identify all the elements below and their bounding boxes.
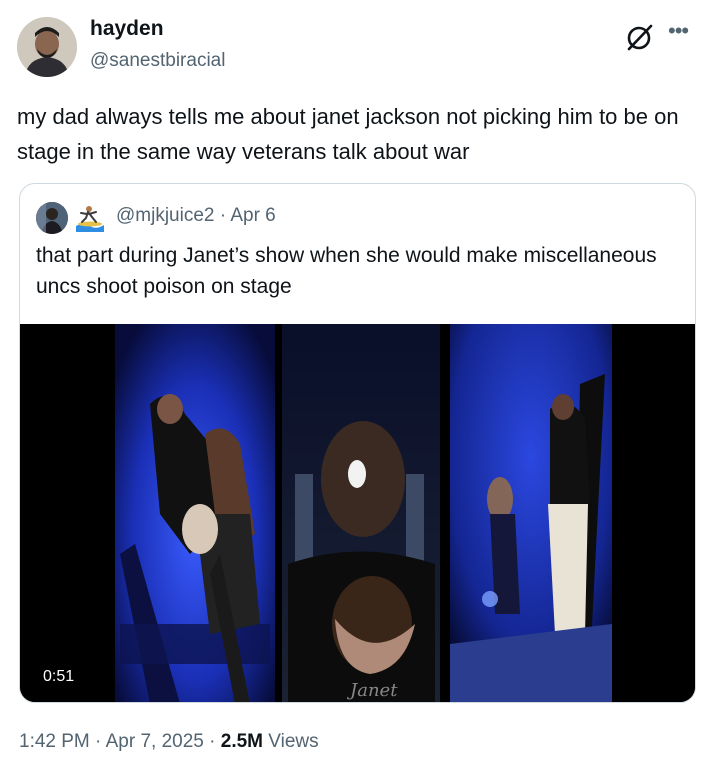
svg-text:Janet: Janet [346, 680, 398, 701]
grok-icon[interactable] [624, 21, 656, 53]
surfer-emoji-icon [76, 204, 104, 232]
quote-text: that part during Janet’s show when she w… [36, 244, 657, 298]
views-label: Views [263, 731, 319, 752]
quote-handle[interactable]: @mjkjuice2 [116, 205, 214, 226]
video-thumbnail: Janet [20, 324, 695, 702]
quote-author-avatar[interactable] [36, 202, 68, 234]
tweet-meta: 1:42 PM · Apr 7, 2025 · 2.5M Views [19, 731, 319, 753]
video-duration: 0:51 [35, 664, 83, 690]
author-avatar[interactable] [17, 17, 77, 77]
quote-date[interactable]: Apr 6 [230, 205, 275, 226]
tweet-text: my dad always tells me about janet jacks… [17, 104, 679, 164]
quote-tweet-card[interactable]: @mjkjuice2 · Apr 6 that part during Jane… [19, 183, 696, 703]
meta-separator: · [89, 731, 106, 752]
more-dots-icon[interactable]: ••• [668, 18, 689, 44]
author-display-name[interactable]: hayden [90, 17, 164, 41]
tweet-time[interactable]: 1:42 PM [19, 731, 90, 752]
views-count: 2.5M [220, 731, 263, 752]
author-handle[interactable]: @sanestbiracial [90, 50, 225, 72]
quote-separator: · [219, 205, 227, 226]
meta-separator-2: · [203, 731, 221, 752]
quote-byline: @mjkjuice2 · Apr 6 [116, 205, 276, 227]
tweet-date[interactable]: Apr 7, 2025 [106, 731, 204, 752]
video-player[interactable]: Janet 0:51 [20, 324, 695, 702]
